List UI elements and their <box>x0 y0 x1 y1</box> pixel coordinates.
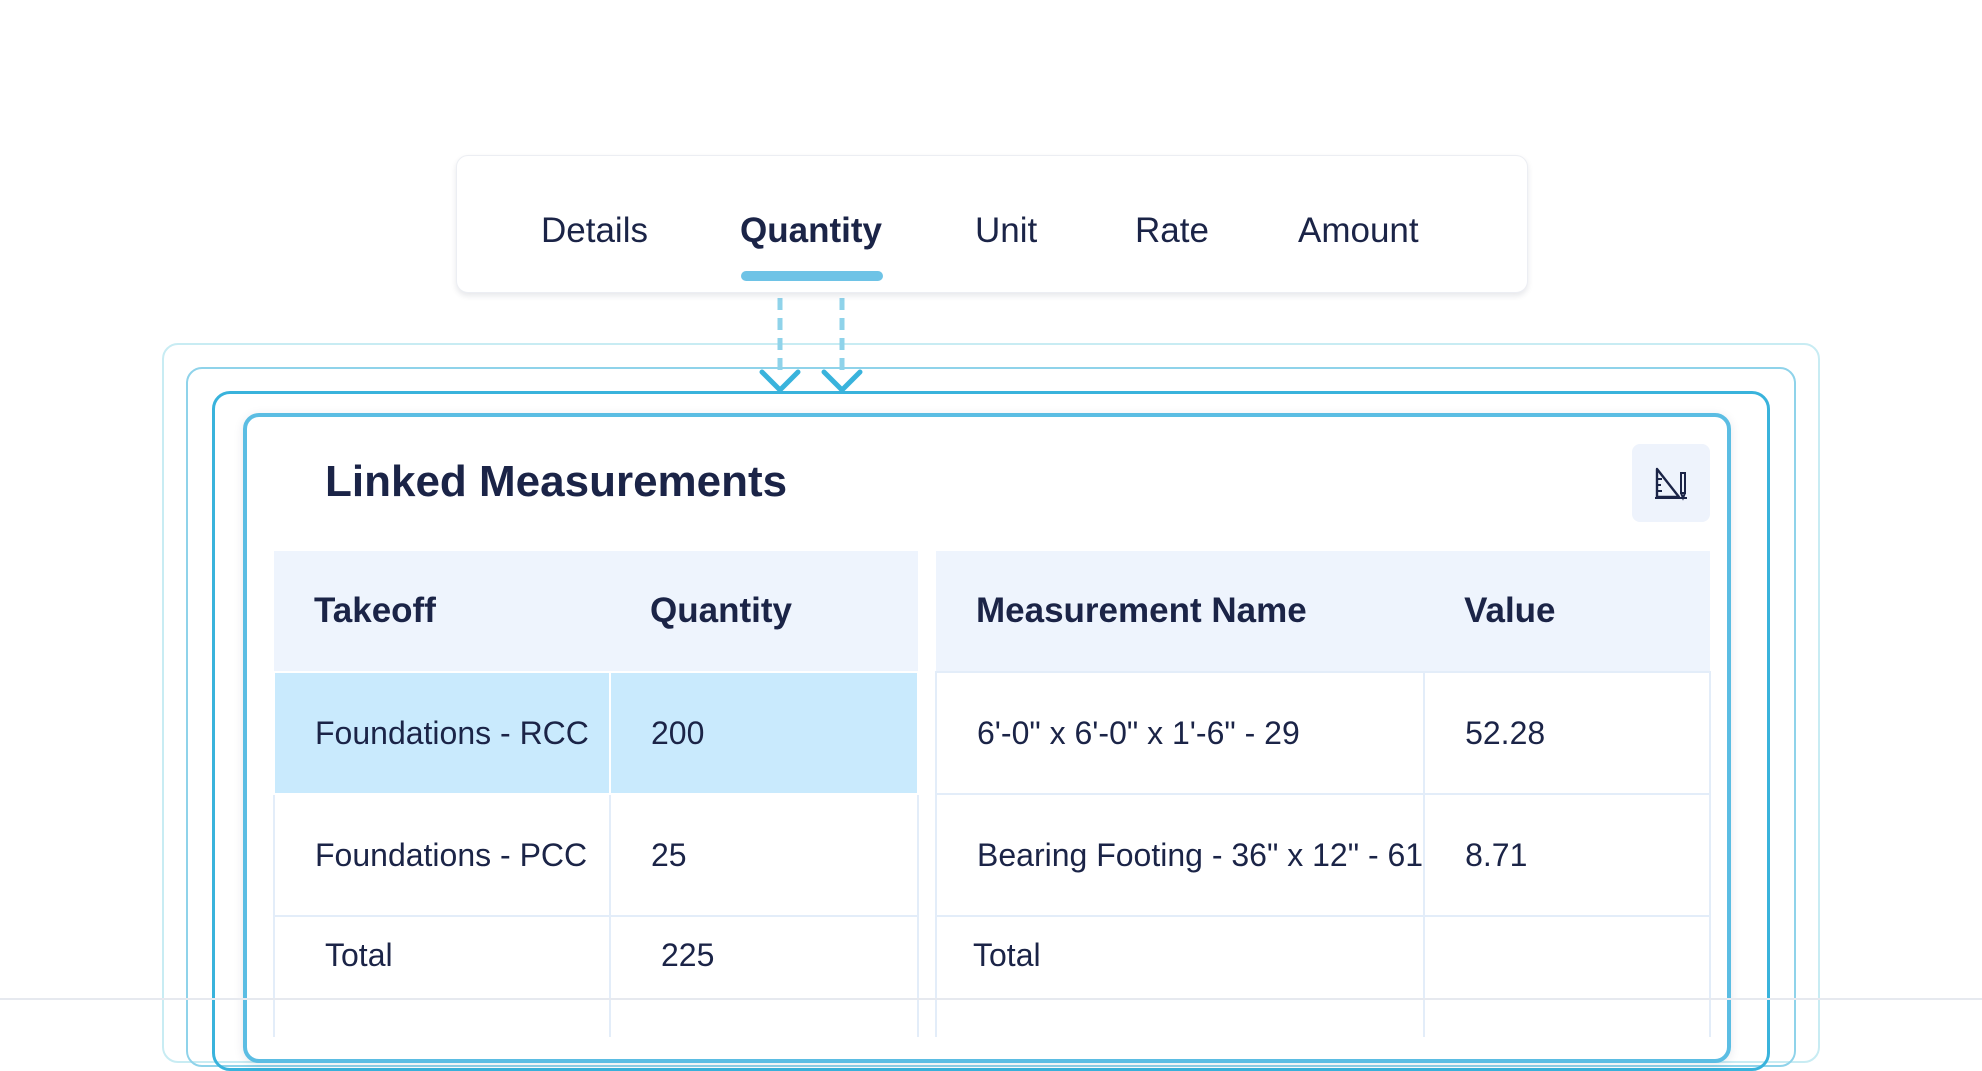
measurement-table: Measurement Name Value 6'-0" x 6'-0" x 1… <box>934 551 1711 1037</box>
takeoff-cell: Foundations - RCC <box>273 671 611 795</box>
tab-unit[interactable]: Unit <box>975 211 1037 251</box>
active-tab-indicator <box>741 271 883 281</box>
table-row[interactable]: 6'-0" x 6'-0" x 1'-6" - 29 52.28 <box>934 671 1711 795</box>
divider <box>0 998 1982 1000</box>
column-header-quantity[interactable]: Quantity <box>610 551 918 672</box>
tab-details[interactable]: Details <box>541 211 648 251</box>
quantity-cell: 200 <box>609 671 919 795</box>
tab-amount[interactable]: Amount <box>1298 211 1419 251</box>
column-header-value[interactable]: Value <box>1424 551 1710 672</box>
tab-rate[interactable]: Rate <box>1135 211 1209 251</box>
tab-quantity[interactable]: Quantity <box>740 211 882 251</box>
total-value <box>1423 915 1711 1037</box>
total-row: Total 225 <box>273 915 919 1037</box>
measure-tool-icon <box>1655 467 1687 501</box>
column-tab-bar: Details Quantity Unit Rate Amount <box>456 155 1528 293</box>
quantity-cell: 25 <box>609 793 919 917</box>
takeoff-table: Takeoff Quantity Foundations - RCC 200 F… <box>273 551 919 1037</box>
arrow-down-icon <box>759 369 801 393</box>
panel-title: Linked Measurements <box>325 457 788 506</box>
total-value: 225 <box>609 915 919 1037</box>
measurement-name-cell: Bearing Footing - 36" x 12" - 61 <box>934 793 1426 917</box>
total-row: Total <box>934 915 1711 1037</box>
takeoff-cell: Foundations - PCC <box>273 793 611 917</box>
arrow-down-icon <box>821 369 863 393</box>
measurement-name-cell: 6'-0" x 6'-0" x 1'-6" - 29 <box>934 671 1426 795</box>
total-label: Total <box>273 915 611 1037</box>
table-row[interactable]: Bearing Footing - 36" x 12" - 61 8.71 <box>934 793 1711 917</box>
value-cell: 8.71 <box>1423 793 1711 917</box>
column-header-takeoff[interactable]: Takeoff <box>274 551 610 672</box>
value-cell: 52.28 <box>1423 671 1711 795</box>
table-row[interactable]: Foundations - RCC 200 <box>273 671 919 795</box>
measure-tool-button[interactable] <box>1632 444 1710 522</box>
column-header-measurement-name[interactable]: Measurement Name <box>936 551 1425 672</box>
total-label: Total <box>934 915 1426 1037</box>
table-row[interactable]: Foundations - PCC 25 <box>273 793 919 917</box>
link-arrows <box>759 298 863 393</box>
linked-measurements-panel: Linked Measurements Takeoff Quantity Fou… <box>243 413 1731 1063</box>
